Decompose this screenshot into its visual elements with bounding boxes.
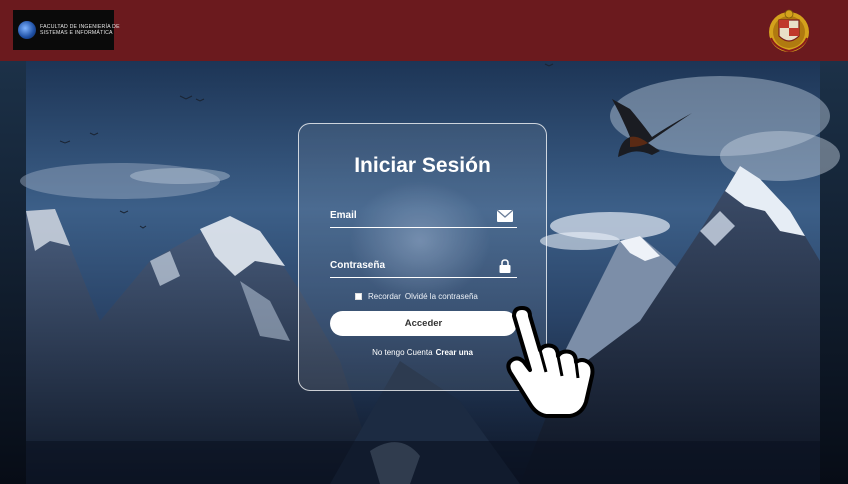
mountain-background: Iniciar Sesión Recordar Olvidé la contra… [0,61,848,484]
top-header-bar: FACULTAD DE INGENIERÍA DE SISTEMAS E INF… [0,0,848,61]
password-field[interactable] [330,254,490,276]
email-field[interactable] [330,204,490,226]
remember-label[interactable]: Recordar [368,292,401,301]
hand-pointer-icon [506,306,595,418]
faculty-logo-text: FACULTAD DE INGENIERÍA DE SISTEMAS E INF… [40,24,120,36]
email-field-group [330,204,517,228]
submit-button[interactable]: Acceder [330,311,517,336]
lock-icon [499,259,511,273]
forgot-password-link[interactable]: Olvidé la contraseña [405,292,478,301]
remember-checkbox[interactable] [355,292,362,300]
create-account-link[interactable]: Crear una [436,348,473,357]
password-field-group [330,254,517,278]
university-crest-icon[interactable] [765,8,813,54]
remember-row: Recordar Olvidé la contraseña [355,290,478,302]
no-account-text: No tengo Cuenta [372,348,433,357]
faculty-logo[interactable]: FACULTAD DE INGENIERÍA DE SISTEMAS E INF… [13,10,120,50]
envelope-icon [496,209,514,222]
login-title: Iniciar Sesión [354,154,491,177]
globe-icon [18,21,36,39]
